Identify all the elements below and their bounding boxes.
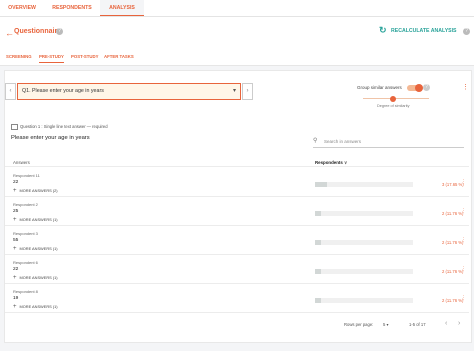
group-similar-toggle[interactable] (407, 83, 423, 92)
similarity-degree-label: Degree of similarity (377, 104, 410, 108)
search-answers-field[interactable]: ⚲ Search in answers (313, 137, 464, 148)
subtab-after-tasks[interactable]: AFTER TASKS (104, 54, 134, 59)
previous-page-button[interactable]: ‹ (445, 320, 447, 327)
question-type-info: Question 1 : Single line text answer — r… (11, 124, 108, 130)
more-options-icon[interactable]: ⋮ (462, 84, 469, 91)
header-divider (5, 166, 469, 167)
answer-value: 55 (13, 238, 19, 243)
row-divider (5, 254, 469, 255)
answer-value: 19 (13, 296, 19, 301)
more-answers-label: MORE ANSWERS (1) (19, 217, 58, 223)
question-select-value: Q1. Please enter your age in years (22, 88, 104, 94)
question-title: Please enter your age in years (11, 135, 90, 141)
more-answers-label: MORE ANSWERS (1) (19, 275, 58, 281)
row-divider (5, 312, 469, 313)
row-divider (5, 283, 469, 284)
answers-column-header: Answers (13, 160, 30, 165)
search-input[interactable]: Search in answers (324, 139, 361, 144)
chevron-down-icon: ▾ (232, 88, 236, 94)
text-field-icon (11, 124, 18, 130)
similarity-slider[interactable] (363, 95, 429, 102)
plus-icon: + (13, 304, 17, 310)
respondents-bar-fill (315, 211, 321, 216)
search-icon: ⚲ (313, 138, 318, 144)
more-answers-label: MORE ANSWERS (2) (19, 188, 58, 194)
rows-per-page-label: Rows per page: (344, 322, 374, 327)
more-answers-label: MORE ANSWERS (1) (19, 246, 58, 252)
grouping-help-icon[interactable]: ? (423, 84, 430, 91)
more-answers-label: MORE ANSWERS (1) (19, 304, 58, 310)
respondent-label: Respondent 3 (13, 231, 38, 236)
refresh-icon: ↻ (379, 25, 387, 35)
respondents-bar (315, 182, 413, 187)
more-answers-button[interactable]: + MORE ANSWERS (2) (13, 188, 58, 194)
back-arrow-icon[interactable]: ← (5, 28, 14, 38)
respondents-bar (315, 211, 413, 216)
rows-per-page-select[interactable]: 5 ▾ (383, 322, 389, 327)
respondent-label: Respondent 2 (13, 202, 38, 207)
global-help-icon[interactable]: ? (463, 28, 470, 35)
row-options-icon[interactable]: ⋮ (461, 238, 466, 243)
question-select[interactable]: Q1. Please enter your age in years ▾ (17, 83, 241, 100)
group-similar-label: Group similar answers (357, 85, 402, 90)
slider-thumb[interactable] (390, 95, 396, 102)
respondent-label: Respondent 11 (13, 173, 40, 178)
plus-icon: + (13, 217, 17, 223)
pagination-range: 1-5 of 17 (409, 322, 426, 327)
row-divider (5, 196, 469, 197)
answer-value: 22 (13, 180, 19, 185)
help-icon[interactable]: ? (56, 28, 63, 35)
row-options-icon[interactable]: ⋮ (461, 180, 466, 185)
plus-icon: + (13, 246, 17, 252)
sort-icon: ∨ (344, 160, 348, 165)
respondents-bar-fill (315, 298, 321, 303)
next-question-button[interactable]: › (242, 83, 253, 100)
previous-question-button[interactable]: ‹ (5, 83, 16, 100)
respondents-bar-fill (315, 269, 321, 274)
more-answers-button[interactable]: + MORE ANSWERS (1) (13, 275, 58, 281)
row-divider (5, 225, 469, 226)
tab-respondents[interactable]: RESPONDENTS (44, 0, 100, 16)
rows-per-page-value: 5 (383, 322, 386, 327)
respondents-bar-fill (315, 240, 321, 245)
tab-overview[interactable]: OVERVIEW (0, 0, 44, 16)
respondent-label: Respondent 6 (13, 260, 38, 265)
toggle-knob (415, 83, 423, 92)
plus-icon: + (13, 188, 17, 194)
respondent-label: Respondent 8 (13, 289, 38, 294)
answer-value: 22 (13, 267, 19, 272)
respondents-bar-fill (315, 182, 327, 187)
subtab-post-study[interactable]: POST-STUDY (71, 54, 98, 59)
page-title: Questionnaire (14, 28, 62, 35)
more-answers-button[interactable]: + MORE ANSWERS (1) (13, 304, 58, 310)
row-options-icon[interactable]: ⋮ (461, 296, 466, 301)
row-options-icon[interactable]: ⋮ (461, 209, 466, 214)
question-type-label: Question 1 : Single line text answer — r… (20, 124, 108, 129)
subtab-pre-study[interactable]: PRE-STUDY (39, 54, 64, 63)
more-answers-button[interactable]: + MORE ANSWERS (1) (13, 246, 58, 252)
more-answers-button[interactable]: + MORE ANSWERS (1) (13, 217, 58, 223)
respondents-header-label: Respondents (315, 160, 343, 165)
subtab-screening[interactable]: SCREENING (6, 54, 32, 59)
respondents-bar (315, 298, 413, 303)
recalculate-label: RECALCULATE ANALYSIS (391, 28, 457, 34)
row-options-icon[interactable]: ⋮ (461, 267, 466, 272)
section-tabs: SCREENING PRE-STUDY POST-STUDY AFTER TAS… (0, 49, 474, 66)
top-navigation: OVERVIEW RESPONDENTS ANALYSIS (0, 0, 474, 17)
plus-icon: + (13, 275, 17, 281)
next-page-button[interactable]: › (458, 320, 460, 327)
tab-analysis[interactable]: ANALYSIS (100, 0, 144, 16)
respondents-bar (315, 269, 413, 274)
answer-value: 25 (13, 209, 19, 214)
respondents-bar (315, 240, 413, 245)
